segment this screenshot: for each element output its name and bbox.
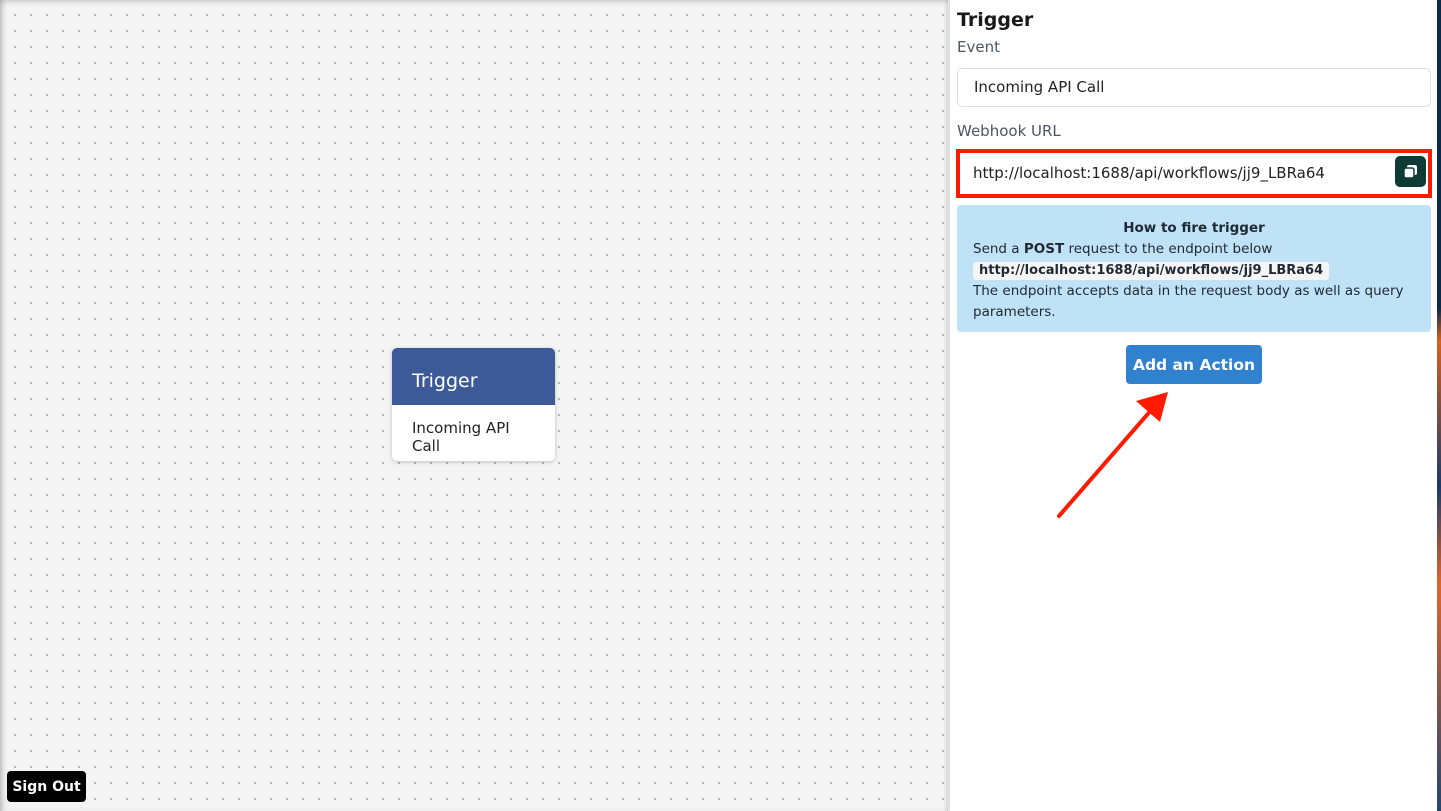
panel-title: Trigger bbox=[957, 9, 1034, 31]
info-title: How to fire trigger bbox=[1123, 220, 1265, 236]
http-method: POST bbox=[1023, 241, 1065, 257]
trigger-node-title: Trigger bbox=[392, 348, 555, 405]
add-action-button[interactable]: Add an Action bbox=[1126, 345, 1262, 384]
window-edge bbox=[1437, 0, 1441, 811]
trigger-settings-panel: Trigger Event Incoming API Call Webhook … bbox=[950, 0, 1441, 811]
info-description: The endpoint accepts data in the request… bbox=[973, 283, 1404, 320]
info-suffix: request to the endpoint below bbox=[1064, 241, 1273, 257]
info-prefix: Send a bbox=[973, 241, 1024, 257]
endpoint-code: http://localhost:1688/api/workflows/jj9_… bbox=[973, 262, 1330, 280]
trigger-node[interactable]: Trigger Incoming API Call bbox=[392, 348, 555, 461]
copy-url-button[interactable] bbox=[1395, 156, 1426, 187]
sign-out-button[interactable]: Sign Out bbox=[7, 771, 86, 802]
fire-trigger-info: How to fire trigger Send a POST request … bbox=[957, 205, 1431, 332]
webhook-url-input[interactable] bbox=[962, 155, 1433, 191]
annotation-arrow bbox=[1057, 392, 1168, 518]
event-field[interactable]: Incoming API Call bbox=[957, 68, 1431, 107]
trigger-node-event: Incoming API Call bbox=[412, 419, 510, 455]
info-line-method: Send a POST request to the endpoint belo… bbox=[973, 239, 1415, 260]
webhook-url-label: Webhook URL bbox=[957, 122, 1061, 140]
workflow-canvas[interactable]: Trigger Incoming API Call Sign Out bbox=[0, 0, 948, 811]
webhook-url-highlight bbox=[956, 149, 1433, 198]
event-label: Event bbox=[957, 38, 1000, 56]
